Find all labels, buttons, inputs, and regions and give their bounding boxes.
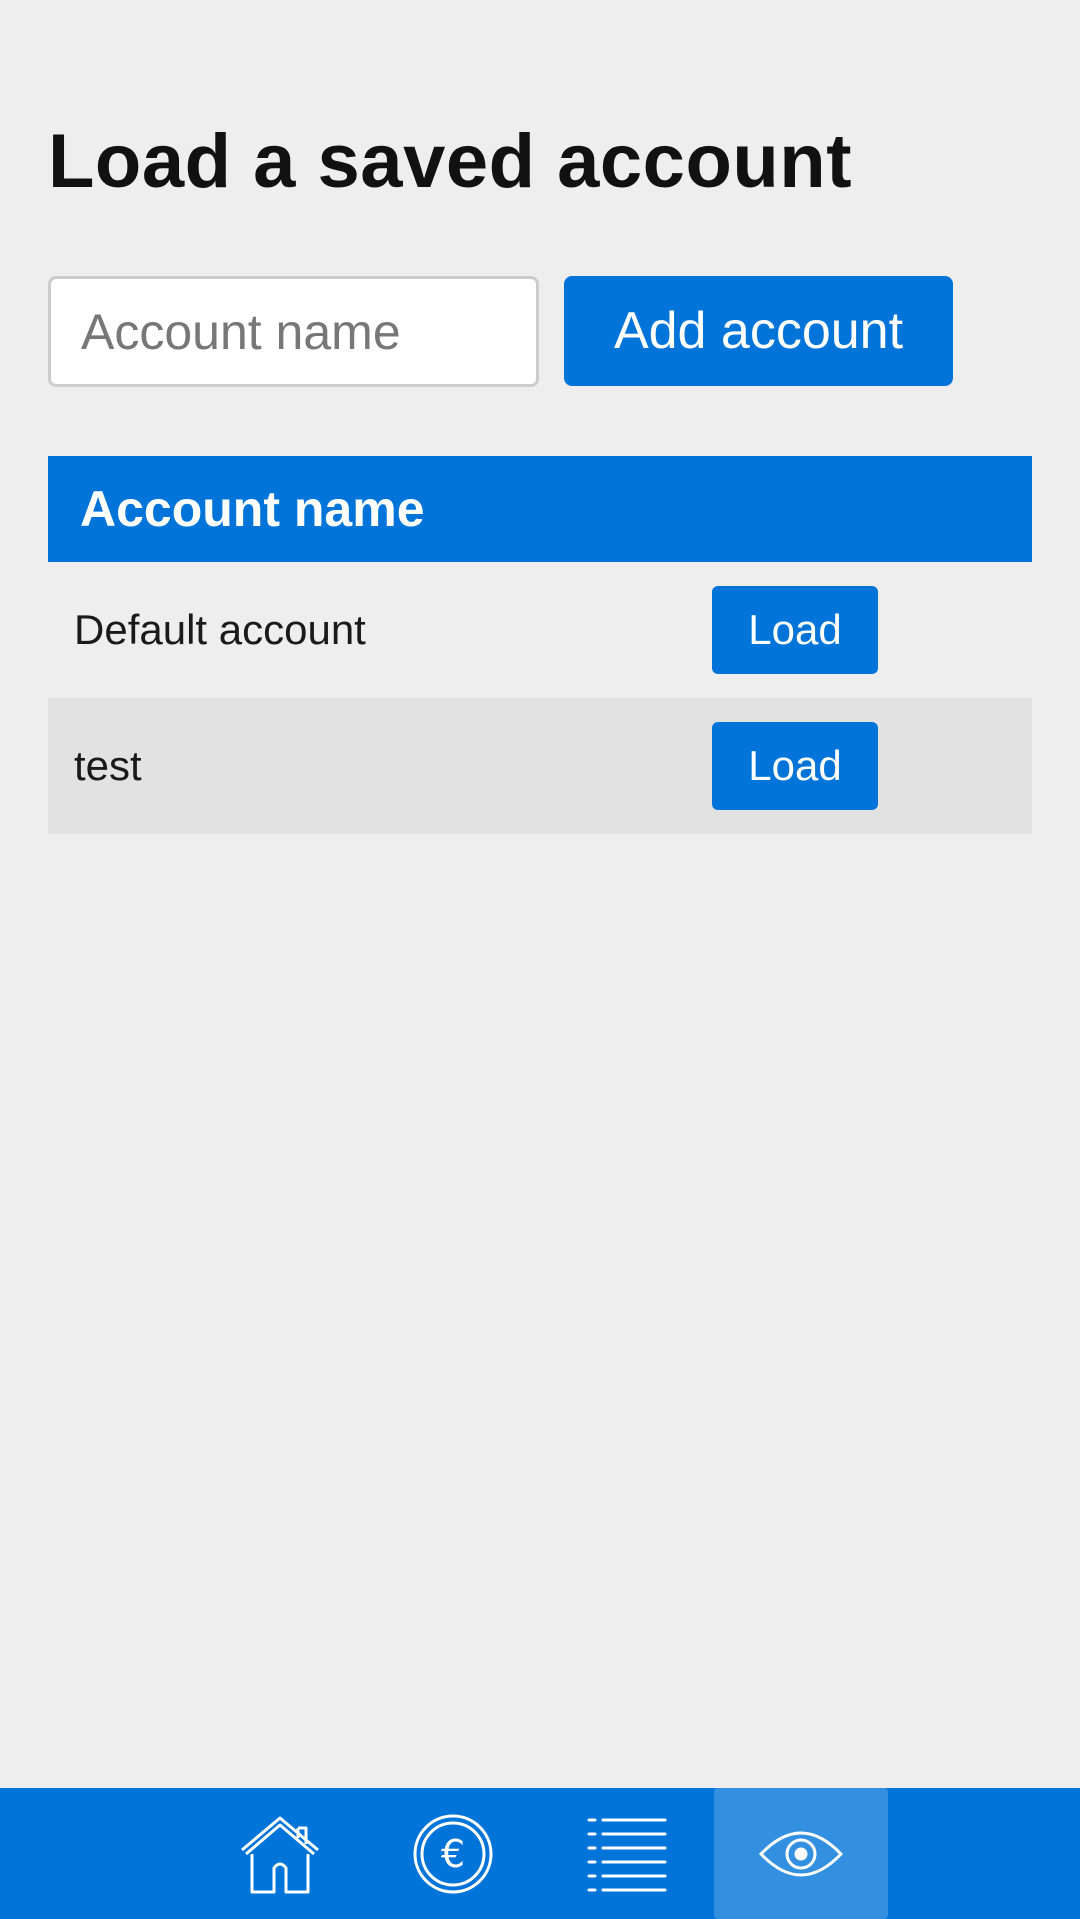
action-cell: Load [712, 698, 1032, 834]
table-row: test Load [48, 698, 1032, 834]
add-account-form: Add account [48, 276, 953, 387]
list-icon [587, 1818, 667, 1891]
account-name-cell: test [48, 698, 712, 834]
load-button[interactable]: Load [712, 586, 878, 674]
column-header-account-name: Account name [48, 456, 1032, 562]
nav-home-button[interactable] [193, 1788, 367, 1919]
nav-list-button[interactable] [540, 1788, 714, 1919]
eye-icon [759, 1831, 843, 1876]
action-cell: Load [712, 562, 1032, 698]
account-name-input[interactable] [48, 276, 539, 387]
nav-view-button[interactable] [714, 1788, 888, 1919]
bottom-nav: € [0, 1788, 1080, 1919]
add-account-button[interactable]: Add account [564, 276, 953, 386]
home-icon [241, 1816, 319, 1893]
table-header-row: Account name [48, 456, 1032, 562]
euro-coin-icon: € [413, 1814, 493, 1893]
account-name-cell: Default account [48, 562, 712, 698]
load-button[interactable]: Load [712, 722, 878, 810]
nav-finance-button[interactable]: € [366, 1788, 540, 1919]
load-account-page: Load a saved account Add account Account… [0, 0, 1080, 1919]
svg-text:€: € [441, 1832, 465, 1876]
accounts-table: Account name Default account Load test L… [48, 456, 1032, 834]
page-title: Load a saved account [48, 119, 853, 204]
table-row: Default account Load [48, 562, 1032, 698]
